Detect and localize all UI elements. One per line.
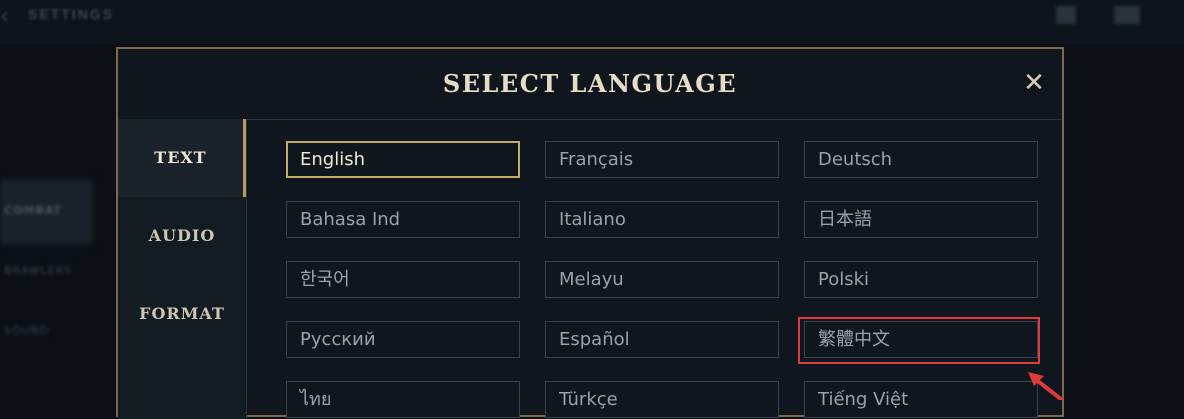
language-category-nav: TEXT AUDIO FORMAT: [118, 119, 247, 419]
language-option-malay[interactable]: Melayu: [545, 261, 779, 298]
background-sidebar-item[interactable]: SOUND: [4, 324, 49, 337]
language-option-spanish[interactable]: Español: [545, 321, 779, 358]
tab-audio[interactable]: AUDIO: [118, 197, 246, 275]
tab-text[interactable]: TEXT: [118, 119, 246, 197]
language-option-traditional-chinese[interactable]: 繁體中文: [804, 321, 1038, 358]
language-option-polish[interactable]: Polski: [804, 261, 1038, 298]
settings-top-bar: [0, 0, 1184, 44]
language-option-italian[interactable]: Italiano: [545, 201, 779, 238]
language-option-german[interactable]: Deutsch: [804, 141, 1038, 178]
background-sidebar-item[interactable]: BRAWLERS: [4, 264, 72, 277]
language-option-russian[interactable]: Русский: [286, 321, 520, 358]
dialog-title: SELECT LANGUAGE: [442, 69, 738, 98]
tab-format[interactable]: FORMAT: [118, 275, 246, 353]
language-option-bahasa[interactable]: Bahasa Ind: [286, 201, 520, 238]
language-option-korean[interactable]: 한국어: [286, 261, 520, 298]
language-option-french[interactable]: Français: [545, 141, 779, 178]
menu-icon[interactable]: [1056, 6, 1076, 24]
close-icon[interactable]: ✕: [1020, 69, 1048, 97]
language-option-english[interactable]: English: [286, 141, 520, 178]
dialog-header: SELECT LANGUAGE ✕: [118, 49, 1062, 120]
language-option-japanese[interactable]: 日本語: [804, 201, 1038, 238]
settings-title: SETTINGS: [28, 6, 115, 22]
mail-icon[interactable]: [1114, 6, 1140, 24]
chevron-left-icon[interactable]: ‹: [0, 4, 18, 29]
background-sidebar-item[interactable]: COMBAT: [4, 204, 62, 217]
